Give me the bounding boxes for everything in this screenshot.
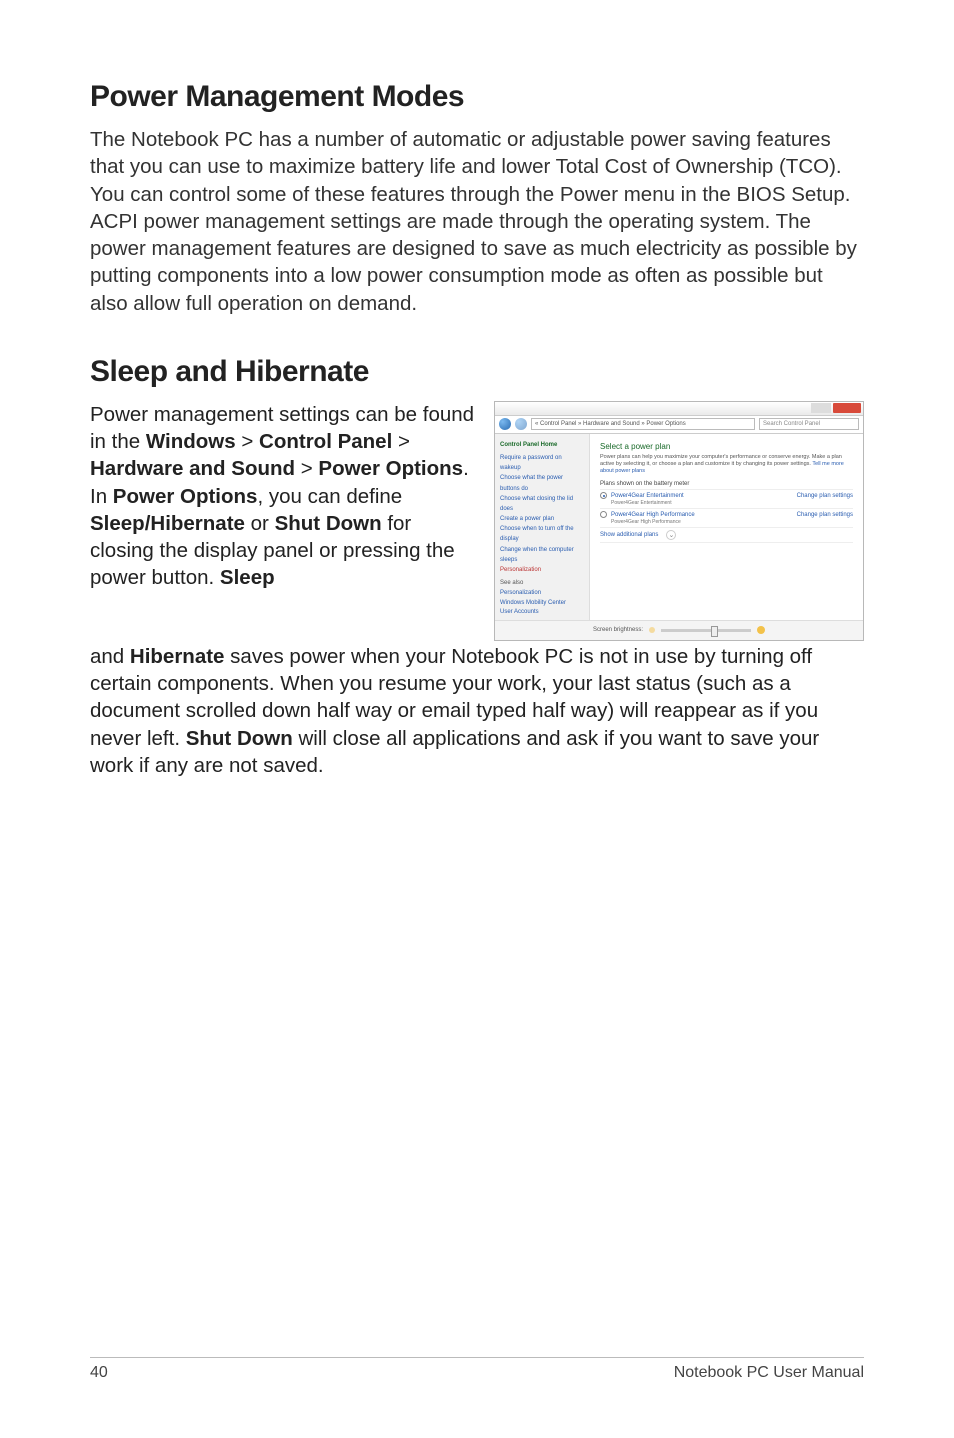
back-icon[interactable] [499, 418, 511, 430]
window-body: Control Panel Home Require a password on… [495, 434, 863, 620]
bold-shut-down-2: Shut Down [186, 727, 293, 750]
see-also-heading: See also [500, 579, 585, 589]
heading-power-management: Power Management Modes [90, 80, 864, 114]
section-power-management: Power Management Modes The Notebook PC h… [90, 80, 864, 317]
section-sleep-hibernate: Power management settings can be found i… [90, 401, 864, 641]
change-plan-link[interactable]: Change plan settings [797, 512, 853, 518]
text-fragment: Power plans can help you maximize your c… [600, 454, 842, 467]
brightness-label: Screen brightness: [593, 627, 643, 633]
bold-sleep: Sleep [220, 566, 275, 589]
sleep-hibernate-continued: and Hibernate saves power when your Note… [90, 643, 864, 779]
bold-hardware-sound: Hardware and Sound [90, 457, 295, 480]
sidebar-see-also: See also Personalization Windows Mobilit… [500, 579, 585, 617]
text-fragment: and [90, 645, 130, 668]
bold-sleep-hibernate: Sleep/Hibernate [90, 512, 245, 535]
page-footer: 40 Notebook PC User Manual [90, 1357, 864, 1382]
body-power-management: The Notebook PC has a number of automati… [90, 126, 864, 317]
bold-power-options: Power Options [318, 457, 463, 480]
plan-subtitle: Power4Gear Entertainment [611, 500, 853, 506]
plan-name: Power4Gear High Performance [611, 512, 695, 518]
close-icon[interactable] [833, 403, 861, 413]
chevron-down-icon[interactable]: ⌄ [666, 530, 676, 540]
sidebar-link[interactable]: Create a power plan [500, 514, 584, 524]
show-additional-row[interactable]: Show additional plans ⌄ [600, 527, 853, 543]
text-fragment: or [245, 512, 275, 535]
breadcrumb[interactable]: « Control Panel » Hardware and Sound » P… [531, 418, 755, 430]
main-title: Select a power plan [600, 442, 853, 451]
plan-group-heading: Plans shown on the battery meter [600, 481, 853, 487]
minimize-icon[interactable] [811, 403, 831, 413]
footer-title: Notebook PC User Manual [674, 1364, 864, 1382]
bold-power-options-2: Power Options [113, 485, 258, 508]
text-fragment: > [236, 430, 259, 453]
sidebar-link[interactable]: User Accounts [500, 608, 585, 618]
status-bar: Screen brightness: [495, 620, 863, 640]
main-panel: Select a power plan Power plans can help… [590, 434, 863, 620]
sidebar-link[interactable]: Choose what closing the lid does [500, 494, 584, 514]
radio-icon[interactable] [600, 492, 607, 499]
bold-shut-down: Shut Down [275, 512, 382, 535]
sidebar-heading: Control Panel Home [500, 440, 584, 450]
sidebar: Control Panel Home Require a password on… [495, 434, 590, 620]
sidebar-link[interactable]: Personalization [500, 565, 584, 575]
window: « Control Panel » Hardware and Sound » P… [494, 401, 864, 641]
sun-bright-icon [757, 626, 765, 634]
heading-sleep-hibernate: Sleep and Hibernate [90, 355, 864, 389]
sidebar-link[interactable]: Change when the computer sleeps [500, 545, 584, 565]
plan-name: Power4Gear Entertainment [611, 493, 684, 499]
brightness-slider[interactable] [661, 629, 751, 632]
sidebar-link[interactable]: Choose what the power buttons do [500, 473, 584, 493]
search-input[interactable]: Search Control Panel [759, 418, 859, 430]
bold-control-panel: Control Panel [259, 430, 392, 453]
change-plan-link[interactable]: Change plan settings [797, 493, 853, 499]
sun-dim-icon [649, 627, 655, 633]
radio-icon[interactable] [600, 511, 607, 518]
text-fragment: > [295, 457, 318, 480]
sidebar-link[interactable]: Windows Mobility Center [500, 599, 585, 609]
sidebar-link[interactable]: Choose when to turn off the display [500, 524, 584, 544]
forward-icon[interactable] [515, 418, 527, 430]
bold-hibernate: Hibernate [130, 645, 225, 668]
text-fragment: , you can define [257, 485, 402, 508]
window-titlebar [495, 402, 863, 416]
address-bar-row: « Control Panel » Hardware and Sound » P… [495, 416, 863, 434]
text-fragment: > [392, 430, 410, 453]
page-number: 40 [90, 1364, 108, 1382]
bold-windows: Windows [146, 430, 236, 453]
show-additional-label: Show additional plans [600, 532, 658, 538]
plan-subtitle: Power4Gear High Performance [611, 519, 853, 525]
sleep-hibernate-intro: Power management settings can be found i… [90, 401, 476, 641]
power-options-screenshot: « Control Panel » Hardware and Sound » P… [494, 401, 864, 641]
sidebar-link[interactable]: Personalization [500, 589, 585, 599]
main-description: Power plans can help you maximize your c… [600, 454, 853, 475]
sidebar-link[interactable]: Require a password on wakeup [500, 453, 584, 473]
